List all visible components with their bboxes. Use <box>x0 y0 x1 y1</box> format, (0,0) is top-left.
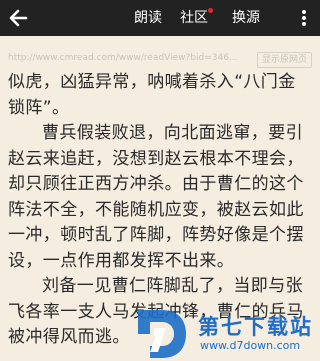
read-aloud-button[interactable]: 朗读 <box>134 0 162 36</box>
source-url-bar: http://www.cmread.com/www/readView?bid=3… <box>0 52 320 68</box>
d7-logo-icon <box>138 310 186 358</box>
watermark-name: 第七下载站 <box>198 315 313 339</box>
open-original-button[interactable]: 显示原网页 <box>256 52 312 68</box>
arrow-left-icon <box>9 9 28 27</box>
paragraph: 似虎，凶猛异常，呐喊着杀入“八门金锁阵”。 <box>8 72 296 118</box>
notification-badge <box>208 8 213 13</box>
paragraph: 曹兵假装败退，向北面逃窜，要引赵云来追赶，没想到赵云根本不理会，却只顾往正西方冲… <box>8 123 304 271</box>
top-toolbar: 朗读 社区 换源 <box>0 0 320 36</box>
community-button[interactable]: 社区 <box>180 0 208 36</box>
change-source-button[interactable]: 换源 <box>232 0 260 36</box>
back-button[interactable] <box>6 2 36 34</box>
watermark-site: www.d7down.com <box>200 339 301 352</box>
more-vertical-icon <box>302 10 306 26</box>
source-url: http://www.cmread.com/www/readView?bid=3… <box>8 53 238 63</box>
more-button[interactable] <box>296 6 312 30</box>
